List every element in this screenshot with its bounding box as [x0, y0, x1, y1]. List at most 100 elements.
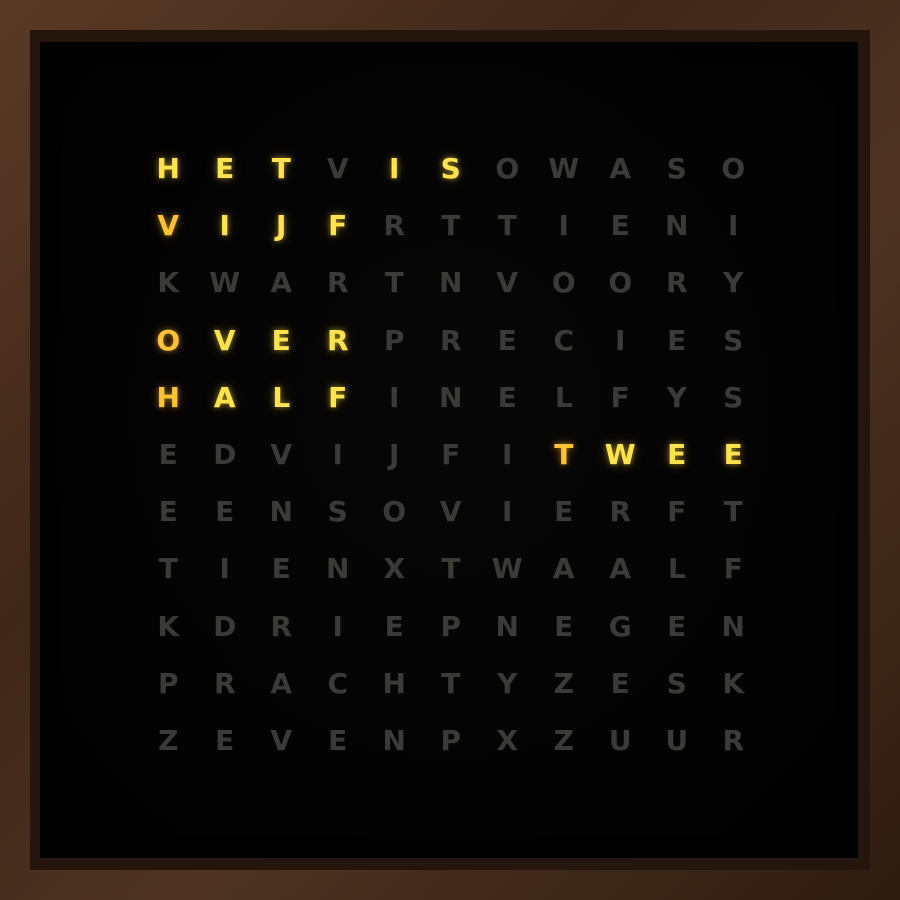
- clock-letter: I: [558, 209, 569, 243]
- clock-letter: S: [666, 666, 687, 700]
- clock-letter: E: [554, 609, 574, 643]
- clock-letter: E: [497, 323, 517, 357]
- clock-letter: T: [441, 209, 461, 243]
- clock-letter: T: [441, 666, 461, 700]
- clock-letter: R: [326, 266, 349, 300]
- clock-letter: I: [615, 323, 626, 357]
- clock-letter: J: [276, 209, 287, 243]
- clock-letter: N: [382, 723, 406, 757]
- clock-letter: O: [382, 495, 407, 529]
- clock-letter: F: [328, 209, 348, 243]
- clock-letter: V: [496, 266, 519, 300]
- clock-letter: I: [219, 552, 230, 586]
- clock-letter: N: [665, 209, 689, 243]
- clock-letter: F: [723, 552, 743, 586]
- clock-letter: E: [610, 666, 630, 700]
- clock-letter: Z: [553, 666, 574, 700]
- clock-letter: I: [502, 438, 513, 472]
- clock-letter: F: [610, 380, 630, 414]
- clock-letter: E: [554, 495, 574, 529]
- clock-letter: V: [157, 209, 180, 243]
- clock-letter: R: [213, 666, 236, 700]
- clock-letter: V: [326, 152, 349, 186]
- clock-letter: O: [551, 266, 576, 300]
- clock-letter: N: [495, 609, 519, 643]
- clock-letter: S: [723, 380, 744, 414]
- clock-letter: L: [272, 380, 291, 414]
- clock-letter: I: [389, 380, 400, 414]
- clock-letter: V: [213, 323, 236, 357]
- clock-letter: P: [440, 723, 462, 757]
- clock-letter: C: [327, 666, 349, 700]
- clock-letter: Z: [158, 723, 179, 757]
- clock-letter: I: [332, 609, 343, 643]
- clock-letter: N: [326, 552, 350, 586]
- clock-letter: Y: [666, 380, 687, 414]
- clock-letter: R: [439, 323, 462, 357]
- clock-letter: E: [384, 609, 404, 643]
- clock-letter: S: [327, 495, 348, 529]
- clock-letter: S: [440, 152, 461, 186]
- clock-letter: S: [723, 323, 744, 357]
- clock-letter: P: [383, 323, 405, 357]
- clock-letter: A: [609, 152, 632, 186]
- clock-letter: R: [326, 323, 349, 357]
- clock-letter: Z: [553, 723, 574, 757]
- clock-letter: V: [439, 495, 462, 529]
- clock-letter: T: [441, 552, 461, 586]
- clock-letter: H: [156, 380, 180, 414]
- clock-letter: E: [497, 380, 517, 414]
- clock-letter: E: [271, 552, 291, 586]
- clock-letter: E: [667, 438, 687, 472]
- clock-letter: Y: [497, 666, 518, 700]
- clock-letter: T: [271, 152, 291, 186]
- clock-letter: I: [502, 495, 513, 529]
- clock-letter: I: [728, 209, 739, 243]
- clock-letter: N: [721, 609, 745, 643]
- clock-letter: H: [156, 152, 180, 186]
- clock-letter: R: [722, 723, 745, 757]
- clock-letter: K: [722, 666, 745, 700]
- clock-letter: V: [270, 438, 293, 472]
- clock-letter: P: [440, 609, 462, 643]
- clock-letter: W: [209, 266, 241, 300]
- clock-letter: I: [389, 152, 400, 186]
- wooden-frame: HETVISOWASOVIJFRTTIENIKWARTNVOORYOVERPRE…: [0, 0, 900, 900]
- clock-letter: N: [269, 495, 293, 529]
- clock-letter: O: [721, 152, 746, 186]
- clock-letter: K: [157, 609, 180, 643]
- clock-letter: U: [665, 723, 689, 757]
- clock-letter: T: [554, 438, 574, 472]
- clock-letter: R: [383, 209, 406, 243]
- clock-letter: E: [723, 438, 743, 472]
- clock-letter: E: [215, 152, 235, 186]
- clock-letter: O: [608, 266, 633, 300]
- clock-letter: U: [608, 723, 632, 757]
- clock-letter: E: [271, 323, 291, 357]
- clock-letter: E: [667, 323, 687, 357]
- clock-letter: H: [382, 666, 406, 700]
- clock-letter: N: [439, 266, 463, 300]
- clock-letter: E: [328, 723, 348, 757]
- clock-letter: F: [667, 495, 687, 529]
- clock-letter: R: [609, 495, 632, 529]
- clock-letter: T: [497, 209, 517, 243]
- clock-letter: W: [548, 152, 580, 186]
- clock-letter: D: [213, 609, 237, 643]
- clock-letter: F: [328, 380, 348, 414]
- clock-letter: S: [666, 152, 687, 186]
- clock-letter: C: [553, 323, 575, 357]
- clock-letter: F: [441, 438, 461, 472]
- clock-letter: L: [554, 380, 573, 414]
- clock-letter: T: [723, 495, 743, 529]
- clock-letter: E: [158, 438, 178, 472]
- clock-letter: E: [610, 209, 630, 243]
- clock-letter: X: [496, 723, 519, 757]
- clock-letter: X: [383, 552, 406, 586]
- clock-letter: I: [332, 438, 343, 472]
- clock-letter: T: [384, 266, 404, 300]
- clock-letter: E: [158, 495, 178, 529]
- clock-letter: V: [270, 723, 293, 757]
- clock-letter: W: [604, 438, 636, 472]
- clock-letter: D: [213, 438, 237, 472]
